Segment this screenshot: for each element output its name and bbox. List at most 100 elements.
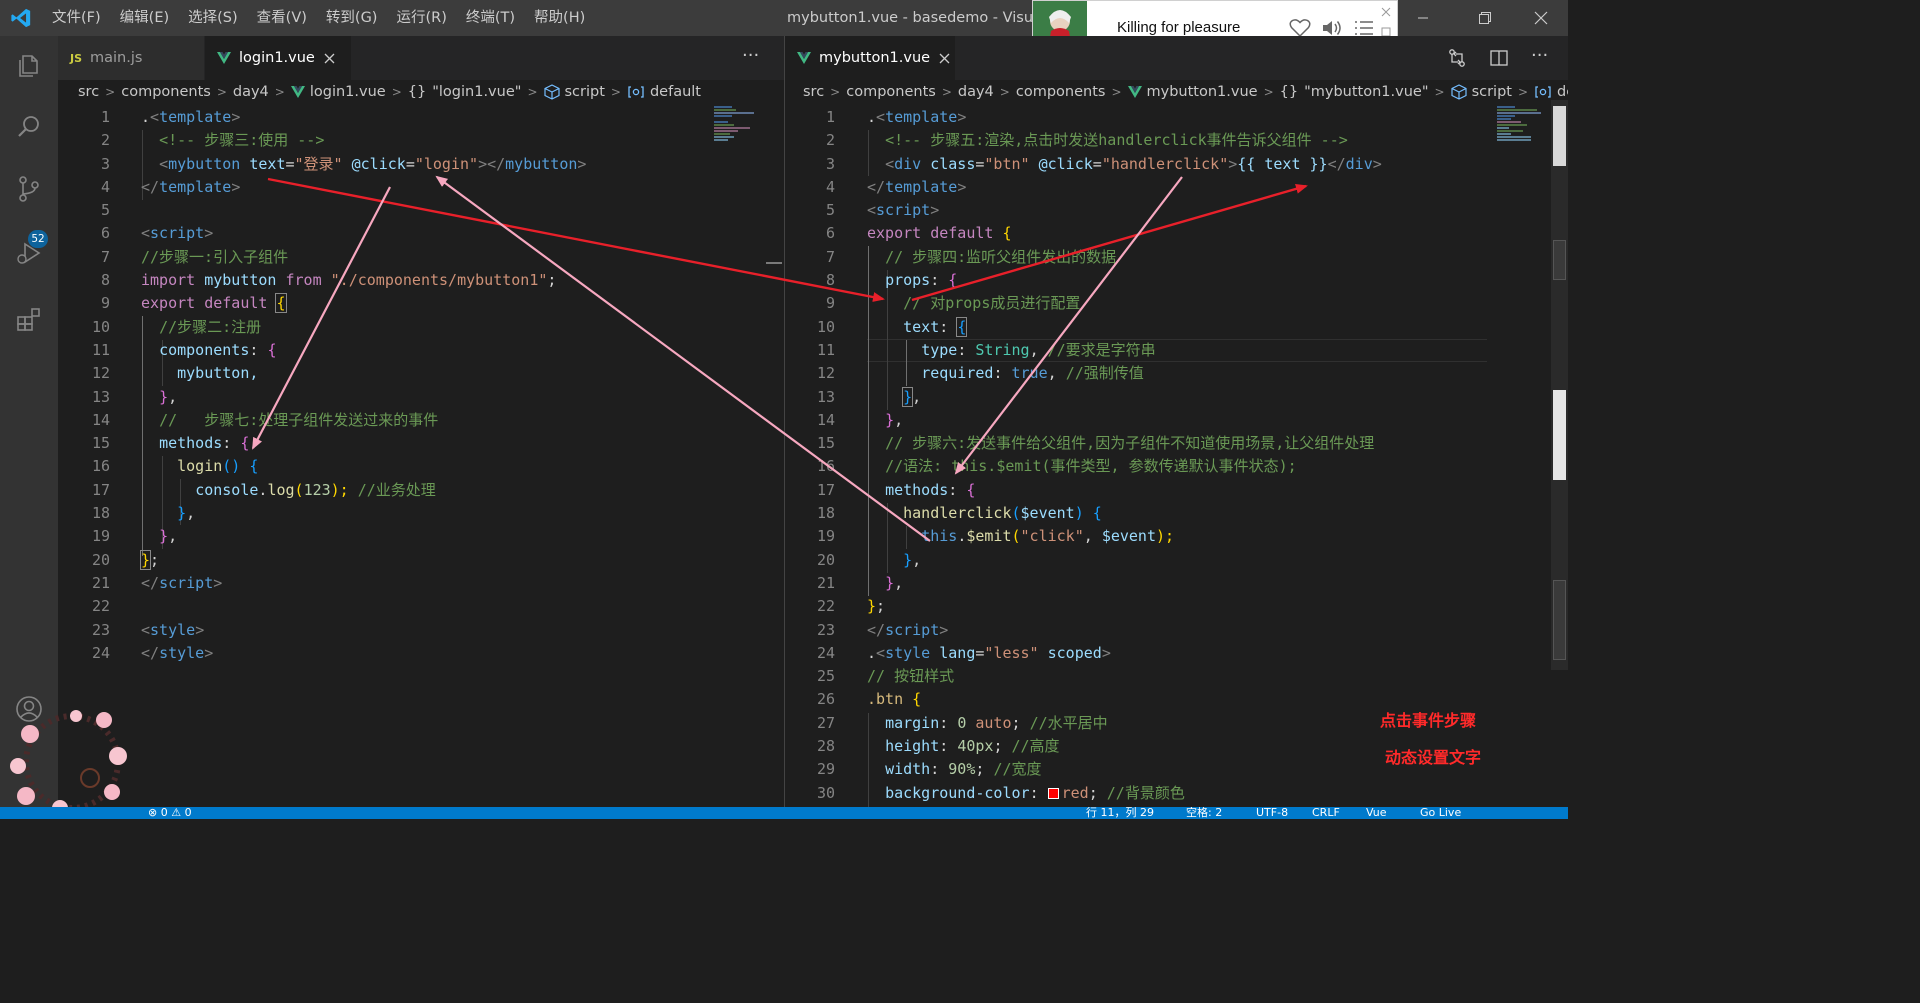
code-token: "login" <box>414 154 479 173</box>
run-debug-button[interactable] <box>12 236 46 270</box>
code-token: </ <box>867 620 886 639</box>
breadcrumb-item[interactable]: components <box>1016 84 1106 100</box>
volume-icon[interactable] <box>1321 18 1343 38</box>
menu-edit[interactable]: 编辑(E) <box>120 0 177 36</box>
color-swatch[interactable] <box>1047 787 1059 799</box>
minimap-left[interactable] <box>714 106 762 146</box>
indentation[interactable]: 空格: 2 <box>1186 807 1222 819</box>
breadcrumb-item[interactable]: src <box>803 84 824 100</box>
code-line: 13 }, <box>785 386 1568 409</box>
code-token: < <box>885 154 895 173</box>
line-number: 2 <box>825 131 835 150</box>
search-button[interactable] <box>12 110 46 144</box>
cube-icon <box>1450 84 1467 100</box>
breadcrumb-item[interactable]: {} <box>408 84 426 100</box>
tab-login1-vue[interactable]: login1.vue <box>205 36 351 80</box>
code-token: </ <box>141 177 160 196</box>
line-number: 14 <box>91 410 110 429</box>
code-token: "handlerclick" <box>1101 154 1229 173</box>
code-token: () <box>222 457 241 476</box>
code-token: methods <box>159 434 223 453</box>
menu-help[interactable]: 帮助(H) <box>534 0 593 36</box>
code-token: this <box>921 527 958 546</box>
compare-changes-icon[interactable] <box>1447 48 1467 68</box>
code-token: export <box>867 224 922 243</box>
line-number: 7 <box>100 247 110 266</box>
code-token: ) <box>1074 504 1084 523</box>
code-token: 40px <box>957 737 994 756</box>
problems-indicator[interactable]: ⊗ 0 ⚠ 0 <box>148 807 192 819</box>
line-ending[interactable]: CRLF <box>1312 807 1340 819</box>
menu-view[interactable]: 查看(V) <box>257 0 315 36</box>
breadcrumb-item[interactable]: src <box>78 84 99 100</box>
breadcrumb-item[interactable]: script <box>1472 84 1512 100</box>
breadcrumb-item[interactable]: mybutton1.vue <box>1147 84 1258 100</box>
tab-mybutton1-vue[interactable]: mybutton1.vue <box>785 36 955 80</box>
code-token: : <box>222 434 232 453</box>
code-line: 8 import mybutton from "./components/mybu… <box>58 269 784 292</box>
scrollbar-indicator <box>766 262 782 264</box>
source-control-button[interactable] <box>12 172 46 206</box>
breadcrumb-item[interactable]: day4 <box>958 84 994 100</box>
code-editor-left[interactable]: 1 .<template> 2 <!-- 步骤三:使用 --> 3 <mybutt… <box>58 106 784 665</box>
heart-icon[interactable] <box>1289 18 1311 38</box>
code-token: $emit <box>966 527 1012 546</box>
code-editor-right[interactable]: 1 .<template> 2 <!-- 步骤五:渲染,点击时发送handlerc… <box>785 106 1568 805</box>
code-line: 21 </script> <box>58 572 784 595</box>
breadcrumb-item[interactable]: "mybutton1.vue" <box>1304 84 1428 100</box>
menu-file[interactable]: 文件(F) <box>52 0 109 36</box>
minimap-right[interactable] <box>1497 106 1545 146</box>
close-window-button[interactable] <box>1518 0 1564 36</box>
code-token: "登录" <box>294 154 343 173</box>
code-token: : <box>939 713 949 732</box>
menu-selection[interactable]: 选择(S) <box>188 0 246 36</box>
menu-go[interactable]: 转到(G) <box>326 0 386 36</box>
code-token: //步骤一:引入子组件 <box>141 247 289 266</box>
code-token: , <box>1047 364 1057 383</box>
minimize-button[interactable] <box>1400 0 1446 36</box>
breadcrumb-item[interactable]: components <box>846 84 936 100</box>
code-token: { <box>249 457 259 476</box>
breadcrumb-item[interactable]: login1.vue <box>310 84 386 100</box>
breadcrumb-item[interactable]: default <box>650 84 701 100</box>
breadcrumb-item[interactable]: components <box>121 84 211 100</box>
tab-main-js[interactable]: JS main.js <box>58 36 204 80</box>
breadcrumb-item[interactable]: "login1.vue" <box>432 84 521 100</box>
line-number: 21 <box>91 573 110 592</box>
code-token: //业务处理 <box>357 480 436 499</box>
split-editor-icon[interactable] <box>1489 48 1509 68</box>
menu-terminal[interactable]: 终端(T) <box>466 0 523 36</box>
code-token: class <box>930 154 976 173</box>
code-token: : <box>249 340 259 359</box>
close-tab-icon[interactable] <box>324 53 335 64</box>
cursor-position[interactable]: 行 11，列 29 <box>1086 807 1154 819</box>
code-token: text <box>249 154 286 173</box>
code-token: mybutton <box>168 154 241 173</box>
close-tab-icon[interactable] <box>939 53 950 64</box>
line-number: 24 <box>816 643 835 662</box>
breadcrumb-item[interactable]: day4 <box>233 84 269 100</box>
breadcrumb-item[interactable]: de <box>1557 84 1568 100</box>
go-live-button[interactable]: Go Live <box>1420 807 1461 819</box>
extensions-button[interactable] <box>12 302 46 336</box>
language-mode[interactable]: Vue <box>1366 807 1387 819</box>
code-line: 15 // 步骤六:发送事件给父组件,因为子组件不知道使用场景,让父组件处理 <box>785 432 1568 455</box>
maximize-button[interactable] <box>1462 0 1508 36</box>
close-icon[interactable] <box>1381 7 1391 17</box>
breadcrumb-item[interactable]: {} <box>1280 84 1298 100</box>
code-line: 21 }, <box>785 572 1568 595</box>
code-token: console <box>195 480 259 499</box>
code-line: 23 </script> <box>785 619 1568 642</box>
explorer-button[interactable] <box>12 48 46 82</box>
line-number: 11 <box>91 340 110 359</box>
menu-run[interactable]: 运行(R) <box>396 0 454 36</box>
encoding[interactable]: UTF-8 <box>1256 807 1288 819</box>
code-token: default <box>930 224 994 243</box>
more-actions-icon[interactable]: ··· <box>1531 36 1548 80</box>
overview-ruler[interactable] <box>1551 100 1568 670</box>
code-line: 18 handlerclick($event) { <box>785 502 1568 525</box>
more-actions-icon[interactable]: ··· <box>742 36 759 80</box>
breadcrumb-item[interactable]: script <box>565 84 605 100</box>
playlist-icon[interactable] <box>1353 18 1375 38</box>
code-token: log <box>267 480 295 499</box>
